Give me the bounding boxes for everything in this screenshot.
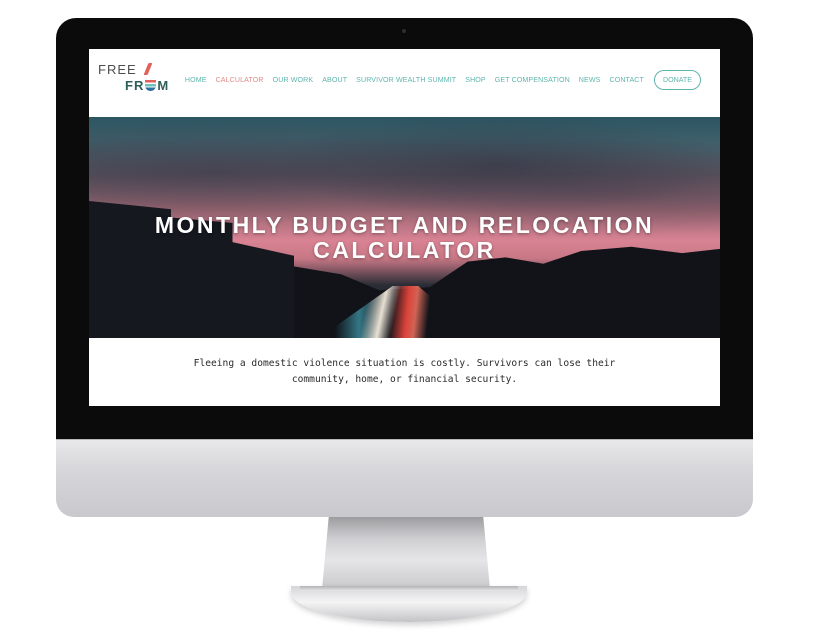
intro-text-line2: community, home, or financial security. [291,374,518,385]
donate-button[interactable]: DONATE [653,70,701,90]
nav-our-work[interactable]: OUR WORK [273,76,314,84]
camera-icon [402,29,406,33]
monitor-chin [56,439,753,517]
logo-word-free: FREE [98,62,137,77]
nav-about[interactable]: ABOUT [322,76,347,84]
logo-word-from: FR M [125,78,169,93]
nav-calculator[interactable]: CALCULATOR [216,76,264,84]
logo-slash-icon [143,63,153,75]
intro-text-line1: Fleeing a domestic violence situation is… [193,358,616,369]
nav-get-compensation[interactable]: GET COMPENSATION [495,76,570,84]
nav-news[interactable]: NEWS [579,76,601,84]
page-title-line2: CALCULATOR [313,237,496,263]
nav-contact[interactable]: CONTACT [609,76,643,84]
site-header: FREE FR M HOME CALCULATOR OUR WORK ABOUT … [89,49,720,117]
nav-shop[interactable]: SHOP [465,76,486,84]
intro-text: Fleeing a domestic violence situation is… [149,356,660,388]
monitor-base [291,586,527,622]
page-title-line1: MONTHLY BUDGET AND RELOCATION [154,212,655,238]
logo-stack-icon [145,80,157,91]
main-nav: HOME CALCULATOR OUR WORK ABOUT SURVIVOR … [176,69,701,91]
logo-word-from-left: FR [125,78,145,93]
nav-home[interactable]: HOME [185,76,207,84]
page-title: MONTHLY BUDGET AND RELOCATION CALCULATOR [89,213,720,263]
logo-word-from-right: M [157,78,170,93]
free-from-logo[interactable]: FREE FR M [98,62,178,102]
nav-survivor-wealth-summit[interactable]: SURVIVOR WEALTH SUMMIT [356,76,456,84]
hero-banner: MONTHLY BUDGET AND RELOCATION CALCULATOR [89,117,720,338]
website-screen: FREE FR M HOME CALCULATOR OUR WORK ABOUT … [89,49,720,406]
monitor-stand [322,517,490,589]
